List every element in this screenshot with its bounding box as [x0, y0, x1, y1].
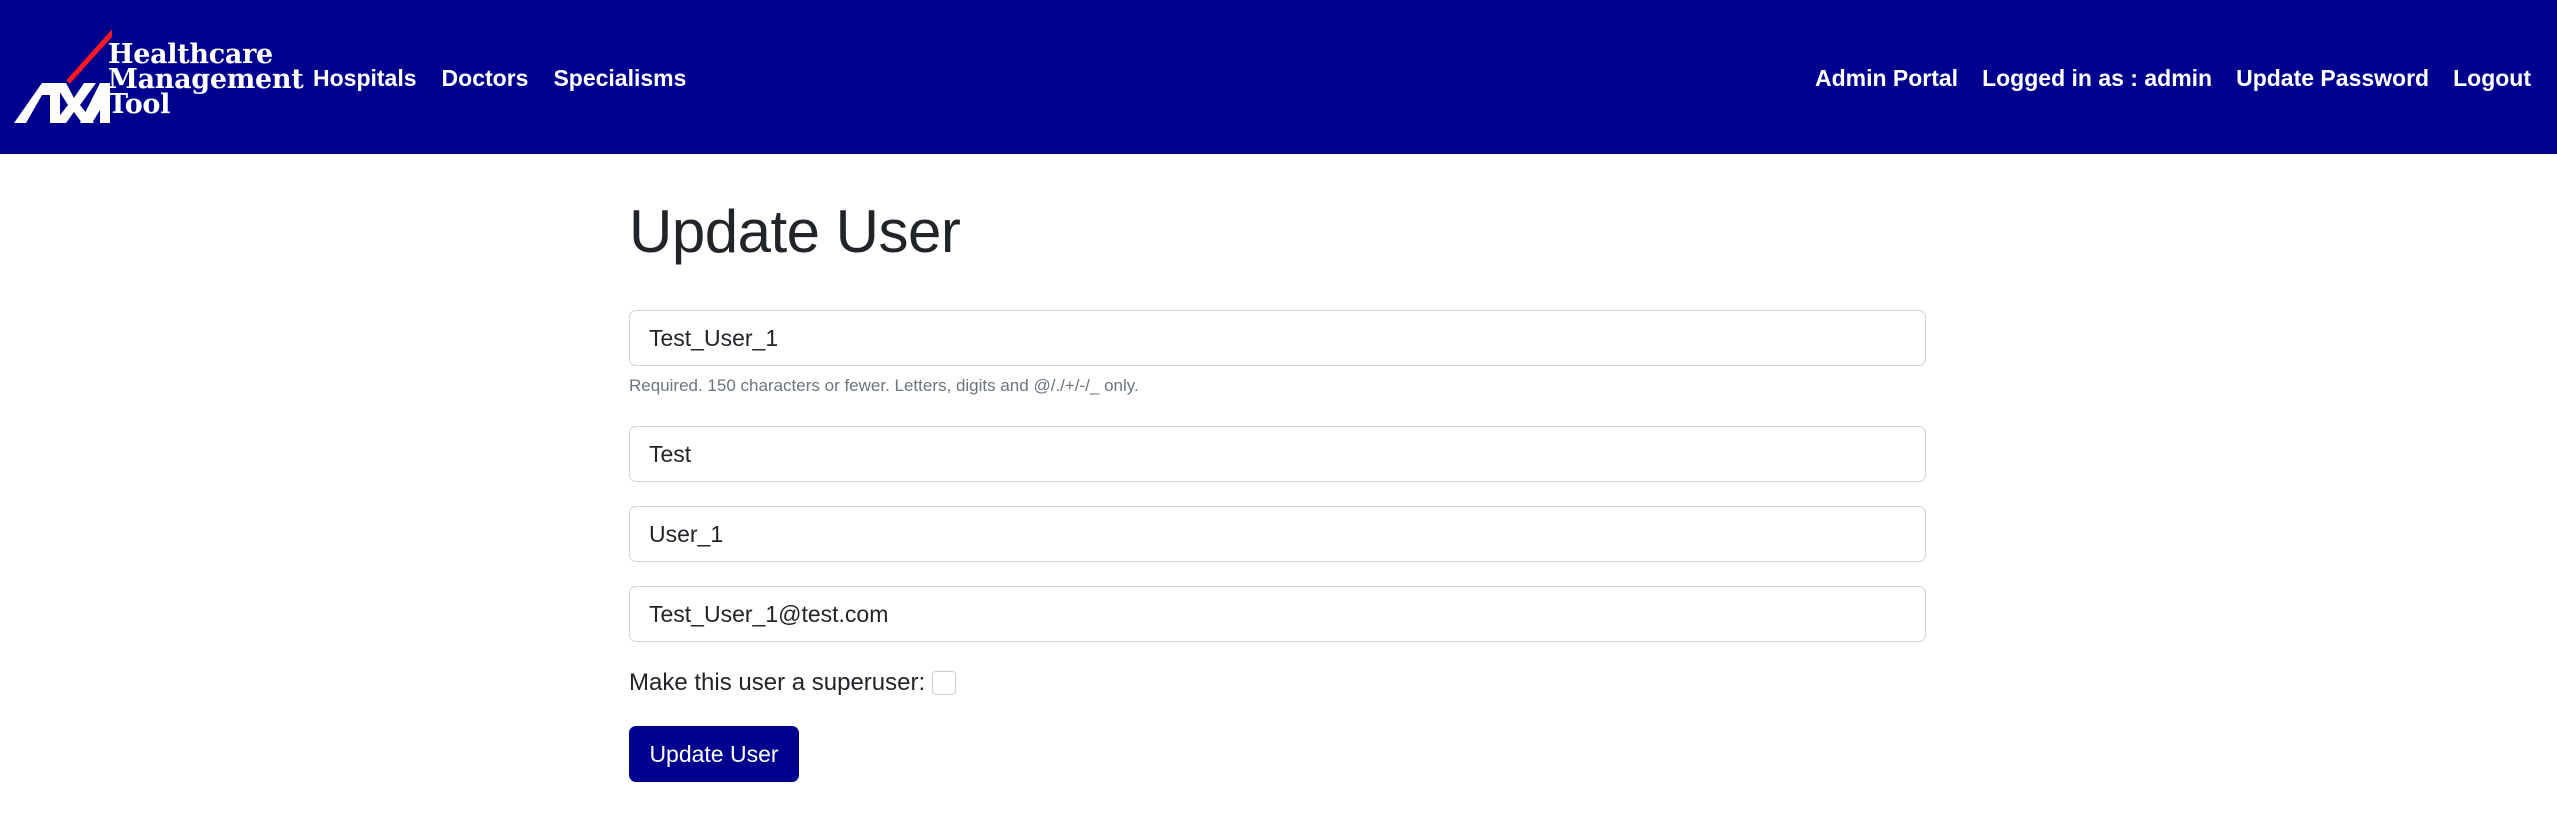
nav-link-hospitals[interactable]: Hospitals	[313, 62, 417, 94]
top-navbar: Healthcare Management Tool Hospitals Doc…	[0, 0, 2557, 154]
axa-logo-icon	[14, 29, 112, 123]
primary-nav: Hospitals Doctors Specialisms	[313, 62, 711, 94]
username-input[interactable]	[629, 310, 1926, 366]
nav-link-logged-in-user[interactable]: Logged in as : admin	[1982, 62, 2212, 94]
nav-link-admin-portal[interactable]: Admin Portal	[1815, 62, 1958, 94]
update-user-form: Update User Required. 150 characters or …	[629, 154, 1926, 782]
nav-link-doctors[interactable]: Doctors	[442, 62, 529, 94]
first-name-input[interactable]	[629, 426, 1926, 482]
page-title: Update User	[629, 198, 961, 265]
account-nav: Admin Portal Logged in as : admin Update…	[1791, 62, 2531, 94]
brand-title: Healthcare Management Tool	[108, 41, 304, 120]
update-user-button[interactable]: Update User	[629, 726, 799, 782]
brand-logo-link[interactable]: Healthcare Management Tool	[12, 20, 304, 130]
superuser-row: Make this user a superuser:	[629, 669, 957, 697]
username-help-text: Required. 150 characters or fewer. Lette…	[629, 376, 1139, 395]
email-input[interactable]	[629, 586, 1926, 642]
brand-title-line: Tool	[108, 89, 171, 120]
nav-link-update-password[interactable]: Update Password	[2236, 62, 2429, 94]
superuser-checkbox[interactable]	[932, 671, 957, 695]
nav-link-logout[interactable]: Logout	[2453, 62, 2531, 94]
last-name-input[interactable]	[629, 506, 1926, 562]
nav-link-specialisms[interactable]: Specialisms	[553, 62, 686, 94]
superuser-label: Make this user a superuser:	[629, 669, 926, 696]
